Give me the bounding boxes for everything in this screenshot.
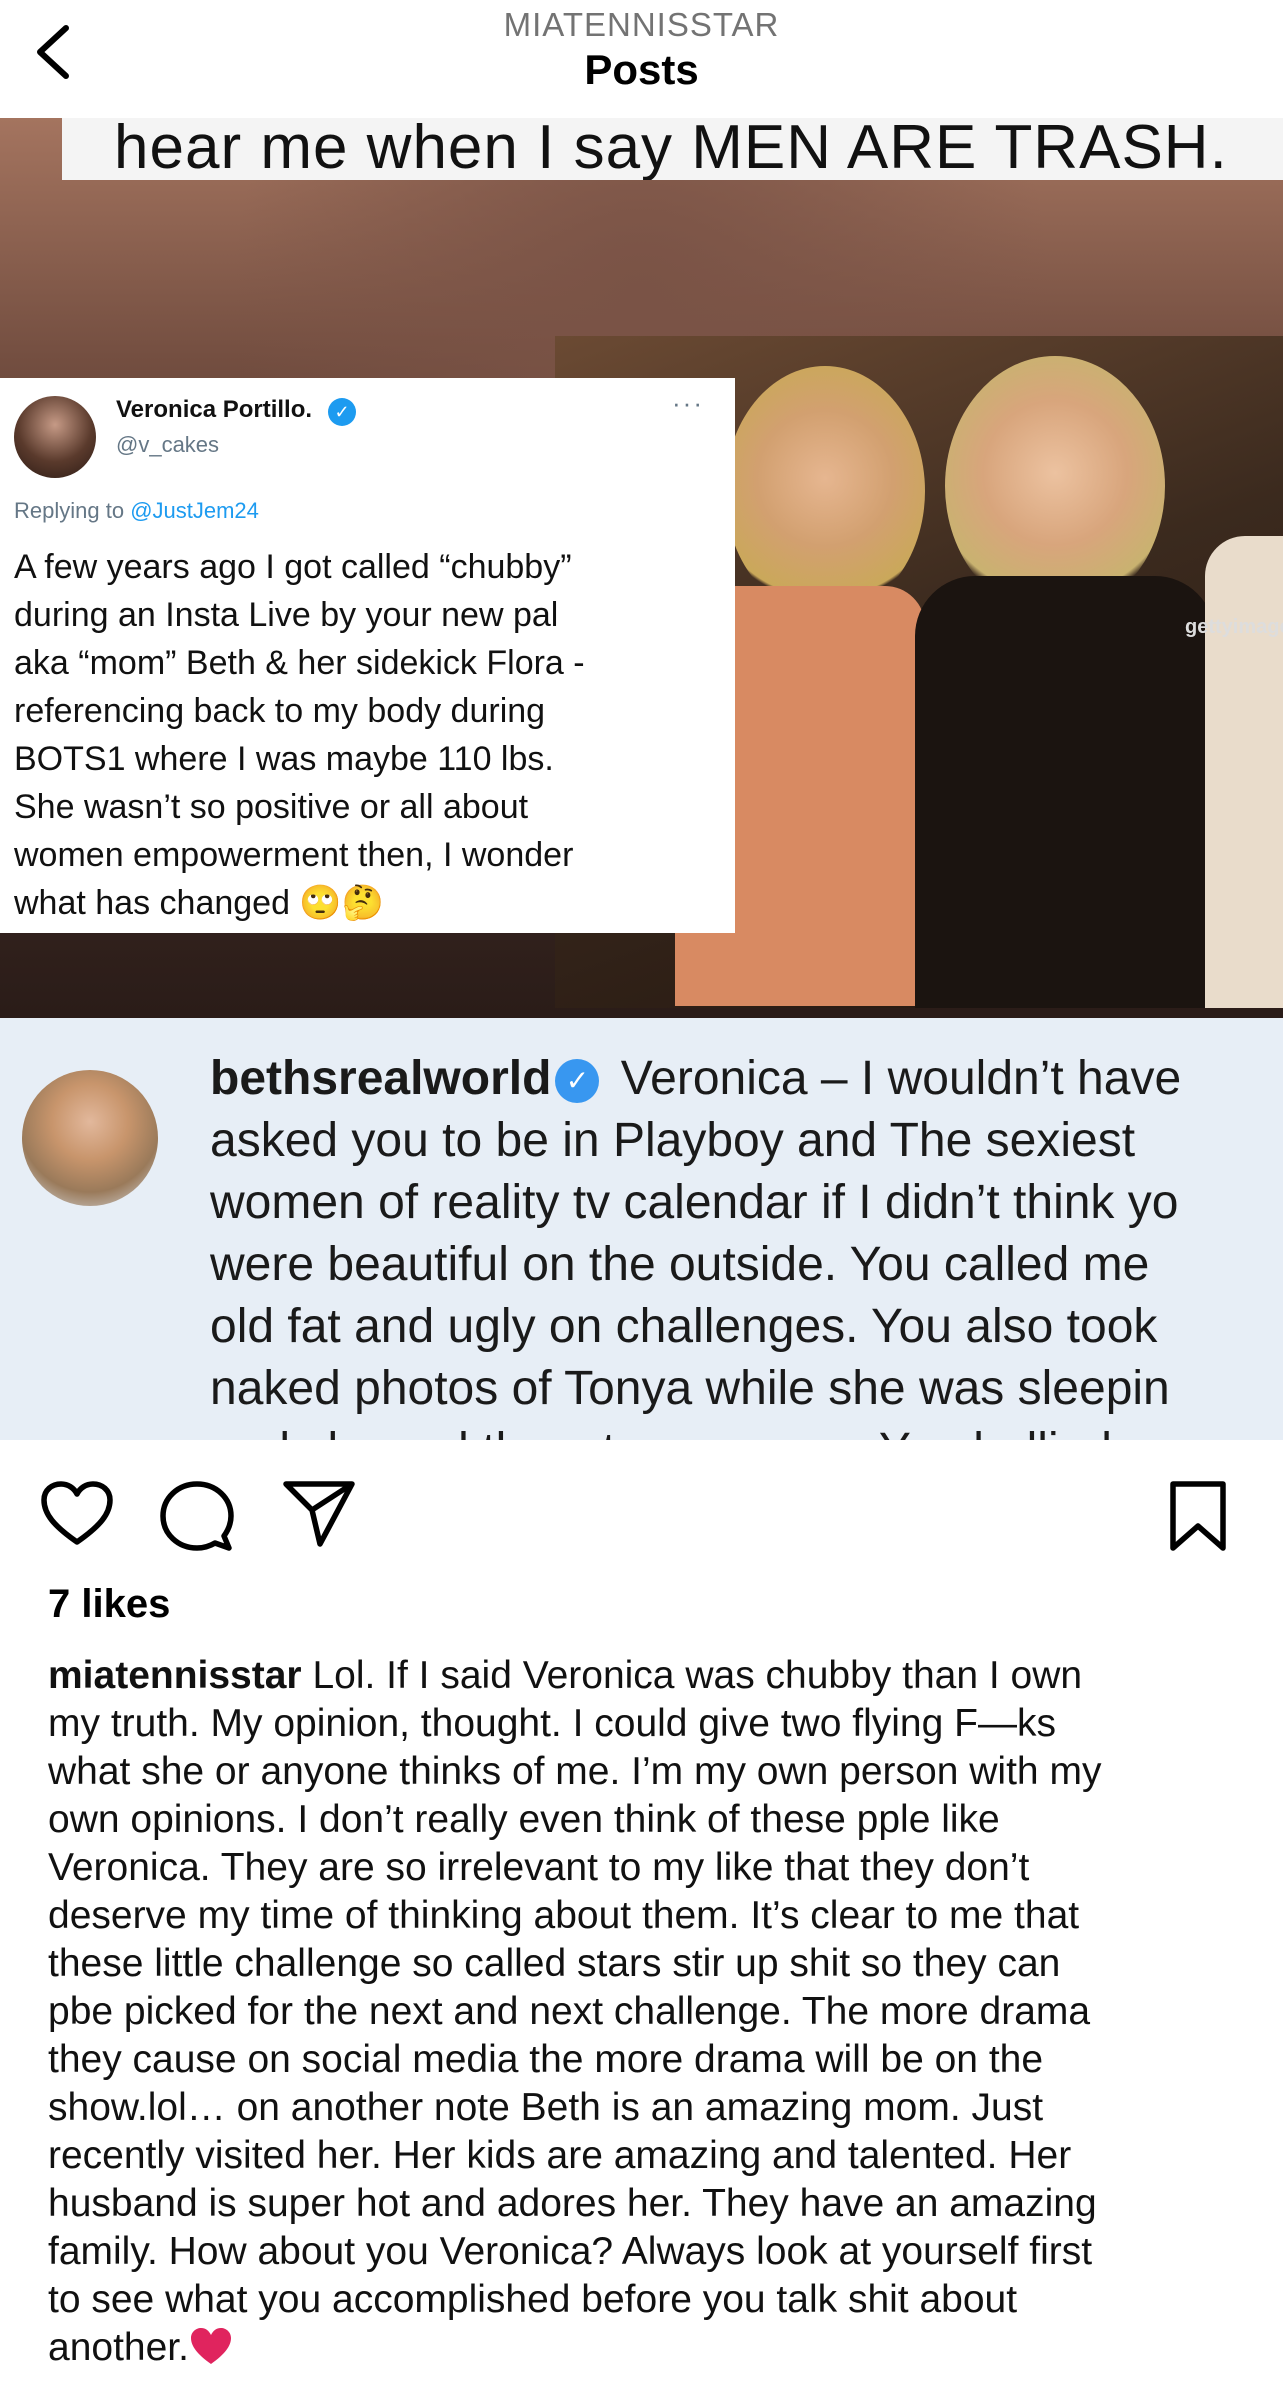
replying-mention: @JustJem24 [130,498,259,523]
more-icon: ··· [672,388,704,418]
red-heart-emoji-icon [190,2328,231,2364]
heart-icon[interactable] [40,1480,114,1548]
photo-person-left [725,366,925,616]
photo-body-right [1205,536,1283,1008]
tweet-avatar [14,396,96,478]
bookmark-icon[interactable] [1168,1480,1228,1552]
instagram-comment-screenshot: bethsrealworld ✓ Veronica – I wouldn’t ha… [0,1018,1283,1440]
header-username[interactable]: MIATENNISSTAR [0,6,1283,44]
post-image[interactable]: hear me when I say MEN ARE TRASH. gettyi… [0,118,1283,1440]
tweet-body: A few years ago I got called “chubby” du… [14,548,585,922]
comment-username: bethsrealworld [210,1052,552,1105]
comment-avatar [22,1070,158,1206]
tweet-handle: @v_cakes [116,432,220,457]
comment-text: bethsrealworld ✓ Veronica – I wouldn’t ha… [210,1048,1283,1440]
tweet-author-name: Veronica Portillo. [116,396,313,423]
verified-badge-icon: ✓ [328,398,356,426]
post-caption: miatennisstar Lol. If I said Veronica wa… [48,1652,1248,2372]
tweet-replying-to: Replying to @JustJem24 [14,498,259,524]
share-icon[interactable] [282,1478,356,1548]
image-banner: hear me when I say MEN ARE TRASH. [62,118,1283,180]
comment-first-line: Veronica – I wouldn’t have [620,1052,1182,1105]
verified-badge-icon: ✓ [555,1059,600,1104]
comment-icon[interactable] [160,1480,234,1554]
photo-body-center [915,576,1215,1008]
caption-username[interactable]: miatennisstar [48,1654,302,1697]
replying-prefix: Replying to [14,498,131,523]
getty-watermark: gettyimages [1185,616,1283,638]
caption-text: Lol. If I said Veronica was chubby than … [48,1654,1102,2369]
likes-count[interactable]: 7 likes [48,1582,170,1627]
banner-text: hear me when I say MEN ARE TRASH. [114,118,1228,180]
top-nav-bar: MIATENNISSTAR Posts [0,0,1283,118]
page-title: Posts [584,46,699,93]
tweet-card: Veronica Portillo. ✓ @v_cakes ··· Replyi… [0,378,735,933]
comment-body: asked you to be in Playboy and The sexie… [210,1114,1179,1440]
